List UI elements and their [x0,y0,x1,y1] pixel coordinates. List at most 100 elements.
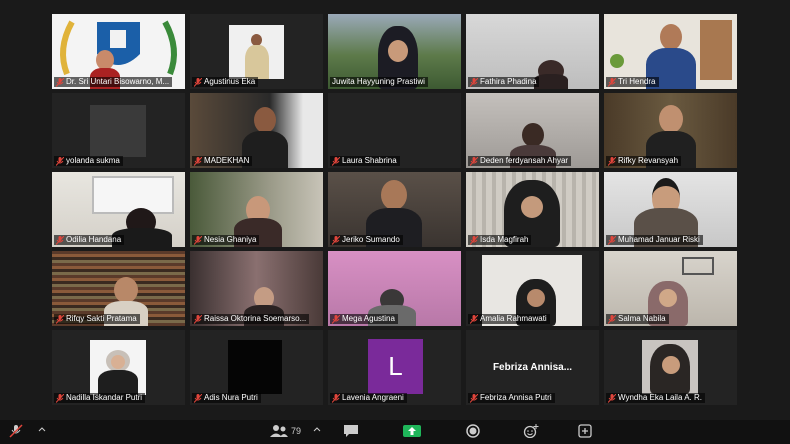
mic-muted-icon [9,424,23,438]
mic-muted-icon [332,235,340,245]
participant-name-text: Raissa Oktorina Soemarso... [204,314,307,323]
participant-name-text: Jeriko Sumando [342,235,400,244]
participant-tile[interactable]: L Lavenia Angraeni [328,330,461,405]
participant-name-text: Amalia Rahmawati [480,314,547,323]
participant-name: yolanda sukma [54,156,123,166]
meeting-toolbar: 79 [0,420,790,444]
participant-tile[interactable]: MADEKHAN [190,93,323,168]
mic-muted-icon [194,156,202,166]
participant-name: Agustinus Eka [192,77,259,87]
mic-muted-icon [56,156,64,166]
participant-name-text: Juwita Hayyuning Prastiwi [332,77,425,86]
participant-name: Dr. Sri Untari Bisowarno, M... [54,77,173,87]
mic-muted-icon [56,235,64,245]
mic-muted-icon [194,393,202,403]
participant-name-text: Nadilla Iskandar Putri [66,393,143,402]
participant-name-text: Salma Nabila [618,314,666,323]
avatar-letter: L [368,339,423,394]
participant-name: Tri Hendra [606,77,659,87]
participant-name-text: Adis Nura Putri [204,393,258,402]
participant-name-text: MADEKHAN [204,156,250,165]
participant-name: Raissa Oktorina Soemarso... [192,314,310,324]
participant-name-text: Isda Magfirah [480,235,529,244]
audio-options-caret[interactable] [38,426,46,432]
participant-tile[interactable]: Fathira Phadina [466,14,599,89]
participant-name-text: Agustinus Eka [204,77,256,86]
participant-tile[interactable]: Raissa Oktorina Soemarso... [190,251,323,326]
participant-name-text: Rifky Revansyah [618,156,679,165]
share-screen-button[interactable] [403,424,421,438]
participant-name: Laura Shabrina [330,156,400,166]
participant-name: Deden ferdyansah Ahyar [468,156,572,166]
participant-name: Wyndha Eka Laila A. R. [606,393,705,403]
participant-tile[interactable]: Dr. Sri Untari Bisowarno, M... [52,14,185,89]
mic-muted-icon [470,393,478,403]
record-button[interactable] [466,424,480,438]
chevron-up-icon [38,427,46,432]
participant-name: Amalia Rahmawati [468,314,550,324]
participant-tile[interactable]: Nesia Ghaniya [190,172,323,247]
participant-tile-active-speaker[interactable]: Juwita Hayyuning Prastiwi [328,14,461,89]
participants-button[interactable]: 79 [270,424,301,438]
record-icon [466,424,480,438]
participant-tile[interactable]: Jeriko Sumando [328,172,461,247]
mic-muted-icon [332,156,340,166]
mic-muted-icon [608,156,616,166]
participants-options-caret[interactable] [313,426,321,432]
participant-tile[interactable]: Rifky Revansyah [604,93,737,168]
chat-icon [344,425,358,437]
mic-muted-icon [608,235,616,245]
participant-tile[interactable]: Isda Magfirah [466,172,599,247]
participant-tile[interactable]: Odilia Handana [52,172,185,247]
participant-tile[interactable]: Muhamad Januar Riski [604,172,737,247]
participant-tile[interactable]: Wyndha Eka Laila A. R. [604,330,737,405]
participant-tile[interactable]: Agustinus Eka [190,14,323,89]
share-screen-icon [403,425,421,437]
mic-muted-icon [194,77,202,87]
participant-tile[interactable]: Laura Shabrina [328,93,461,168]
participant-tile[interactable]: Mega Agustina [328,251,461,326]
participant-name: Muhamad Januar Riski [606,235,703,245]
participant-name-text: Odilia Handana [66,235,122,244]
participant-name: Jeriko Sumando [330,235,403,245]
mic-muted-icon [608,77,616,87]
mic-muted-icon [608,393,616,403]
participant-name-text: Febriza Annisa Putri [480,393,552,402]
participant-tile[interactable]: Amalia Rahmawati [466,251,599,326]
participant-name-text: Nesia Ghaniya [204,235,257,244]
participant-tile[interactable]: Tri Hendra [604,14,737,89]
display-name-large: Febriza Annisa... [492,362,573,373]
participant-name-text: Dr. Sri Untari Bisowarno, M... [66,77,170,86]
participant-name: Rifqy Sakti Pratama [54,314,140,324]
chat-button[interactable] [343,424,359,438]
participant-name-text: Rifqy Sakti Pratama [66,314,137,323]
reactions-icon [523,424,539,438]
participant-tile[interactable]: Nadilla Iskandar Putri [52,330,185,405]
mic-muted-icon [332,393,340,403]
participant-tile[interactable]: Rifqy Sakti Pratama [52,251,185,326]
participant-tile[interactable]: yolanda sukma [52,93,185,168]
mic-muted-icon [194,314,202,324]
participant-name-text: Muhamad Januar Riski [618,235,700,244]
participant-name-text: Tri Hendra [618,77,656,86]
participant-name: Lavenia Angraeni [330,393,407,403]
mute-button[interactable] [8,424,24,438]
mic-muted-icon [470,235,478,245]
participant-name: Nadilla Iskandar Putri [54,393,146,403]
participant-name: MADEKHAN [192,156,253,166]
participant-name: Rifky Revansyah [606,156,682,166]
participant-name: Isda Magfirah [468,235,532,245]
apps-button[interactable] [578,424,592,438]
participant-tile[interactable]: Deden ferdyansah Ahyar [466,93,599,168]
mic-muted-icon [56,77,64,87]
participant-tile[interactable]: Febriza Annisa... Febriza Annisa Putri [466,330,599,405]
reactions-button[interactable] [523,424,539,438]
participant-tile[interactable]: Salma Nabila [604,251,737,326]
participant-name-text: Wyndha Eka Laila A. R. [618,393,702,402]
participant-tile[interactable]: Adis Nura Putri [190,330,323,405]
mic-muted-icon [332,314,340,324]
video-grid: Dr. Sri Untari Bisowarno, M... Agustinus… [52,14,737,405]
mic-muted-icon [56,314,64,324]
apps-icon [578,424,592,438]
participant-name-text: Fathira Phadina [480,77,537,86]
